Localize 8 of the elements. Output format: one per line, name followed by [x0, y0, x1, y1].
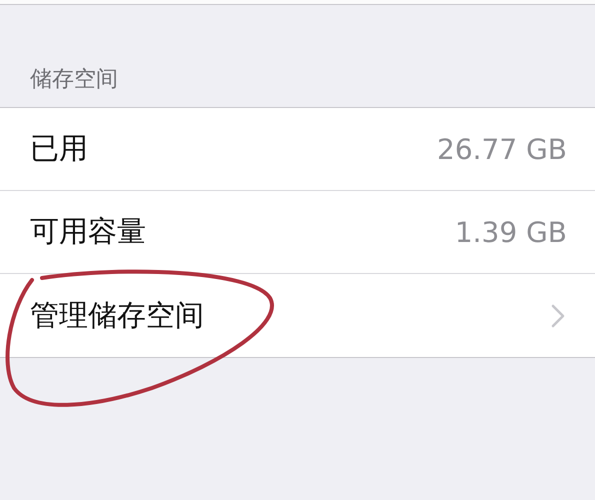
row-label: 可用容量 — [30, 213, 146, 250]
row-value: 1.39 GB — [454, 216, 567, 248]
row-label: 已用 — [30, 130, 88, 167]
row-value: 26.77 GB — [437, 132, 567, 166]
chevron-icon — [551, 304, 565, 328]
section-header: 储存空间 — [29, 66, 119, 94]
manage-storage-row[interactable]: 管理储存空间 — [0, 274, 595, 357]
row-label: 管理储存空间 — [30, 296, 204, 334]
